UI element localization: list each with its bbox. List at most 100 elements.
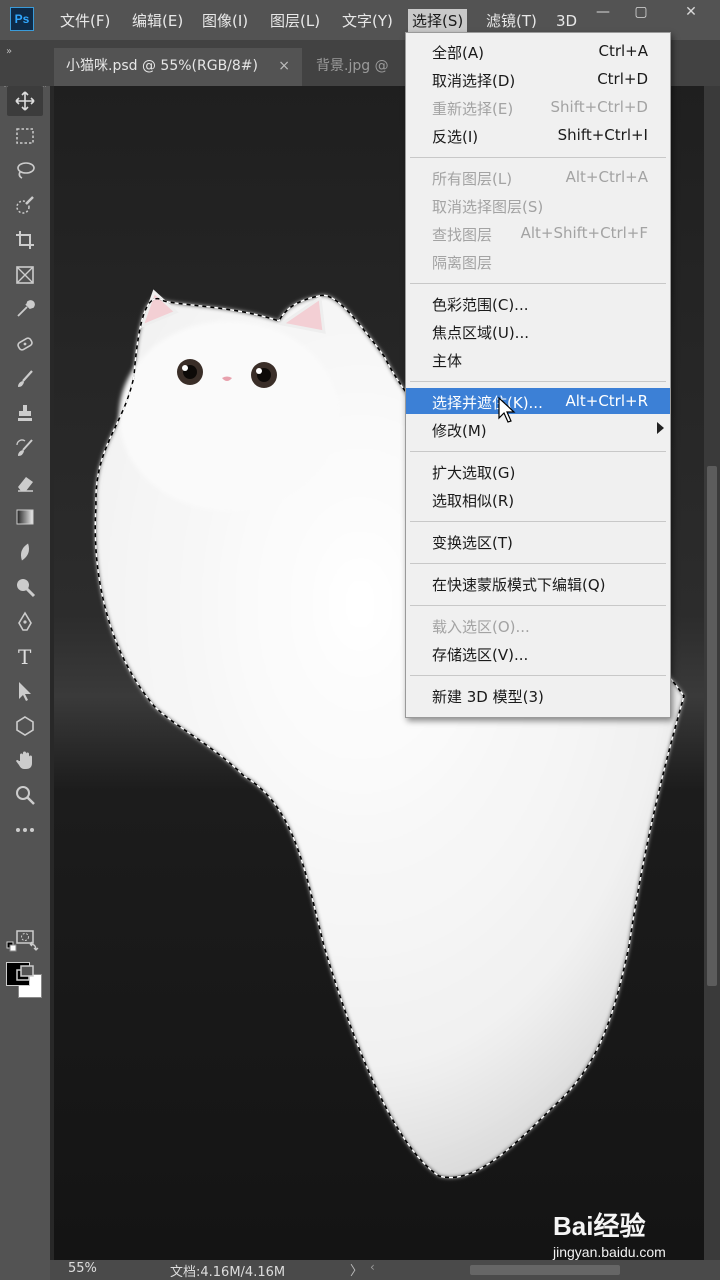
menu-separator <box>410 381 666 382</box>
lasso-icon[interactable] <box>7 155 43 185</box>
menu-item-label: 选择并遮住(K)... <box>432 394 543 412</box>
close-tab-icon[interactable]: × <box>278 48 290 84</box>
menu-item-label: 扩大选取(G) <box>432 464 516 482</box>
menu-item-shortcut: Ctrl+D <box>597 70 648 88</box>
path-selection-icon[interactable] <box>7 676 43 706</box>
menu-item[interactable]: 修改(M) <box>406 416 670 442</box>
menu-item[interactable]: 焦点区域(U)... <box>406 318 670 344</box>
quick-mask-icon[interactable] <box>7 922 43 952</box>
menu-item: 查找图层 Alt+Shift+Ctrl+F <box>406 220 670 246</box>
status-bar: 55% 文档:4.16M/4.16M 〉 ‹ <box>50 1260 720 1280</box>
shape-icon[interactable] <box>7 711 43 741</box>
select-dropdown-menu: 全部(A) Ctrl+A 取消选择(D) Ctrl+D 重新选择(E) Shift+Ctr… <box>405 32 671 718</box>
menu-item-shortcut: Alt+Shift+Ctrl+F <box>520 224 648 242</box>
menu-separator <box>410 157 666 158</box>
baidu-jingyan-watermark: Bai经验 <box>553 1208 693 1248</box>
mouse-pointer-icon <box>497 396 517 428</box>
menu-item-label: 载入选区(O)... <box>432 618 530 636</box>
menu-item-label: 选取相似(R) <box>432 492 515 510</box>
history-brush-icon[interactable] <box>7 433 43 463</box>
menu-item-shortcut: Alt+Ctrl+A <box>565 168 648 186</box>
clone-stamp-icon[interactable] <box>7 398 43 428</box>
svg-text:T: T <box>18 645 32 667</box>
blur-icon[interactable] <box>7 537 43 567</box>
frame-icon[interactable] <box>7 260 43 290</box>
menu-4[interactable]: 文字(Y) <box>338 9 397 33</box>
menu-1[interactable]: 编辑(E) <box>128 9 187 33</box>
menu-item-label: 存储选区(V)... <box>432 646 529 664</box>
menu-item-label: 主体 <box>432 352 463 370</box>
collapse-toolbar-icon[interactable]: » <box>6 46 12 57</box>
tab-background-jpg[interactable]: 背景.jpg @ <box>304 48 414 86</box>
watermark-url: jingyan.baidu.com <box>553 1244 666 1260</box>
menu-separator <box>410 283 666 284</box>
menu-item-label: 变换选区(T) <box>432 534 513 552</box>
menu-item-label: 全部(A) <box>432 44 484 62</box>
menu-2[interactable]: 图像(I) <box>198 9 252 33</box>
menu-item-label: 隔离图层 <box>432 254 493 272</box>
menu-item[interactable]: 在快速蒙版模式下编辑(Q) <box>406 570 670 596</box>
rectangular-marquee-icon[interactable] <box>7 121 43 151</box>
menu-item[interactable]: 选取相似(R) <box>406 486 670 512</box>
menu-5[interactable]: 选择(S) <box>408 9 468 33</box>
menu-item[interactable]: 反选(I) Shift+Ctrl+I <box>406 122 670 148</box>
menu-item[interactable]: 取消选择(D) Ctrl+D <box>406 66 670 92</box>
dodge-icon[interactable] <box>7 572 43 602</box>
document-size-info: 文档:4.16M/4.16M <box>170 1265 286 1280</box>
menu-item[interactable]: 扩大选取(G) <box>406 458 670 484</box>
menu-separator <box>410 521 666 522</box>
healing-brush-icon[interactable] <box>7 329 43 359</box>
tab-kitten-psd[interactable]: 小猫咪.psd @ 55%(RGB/8#) × <box>54 48 302 86</box>
menu-6[interactable]: 滤镜(T) <box>482 9 541 33</box>
eyedropper-icon[interactable] <box>7 294 43 324</box>
maximize-button[interactable]: ▢ <box>628 4 654 24</box>
menu-item: 载入选区(O)... <box>406 612 670 638</box>
menu-item-label: 所有图层(L) <box>432 170 513 188</box>
vertical-scrollbar[interactable] <box>704 86 720 1260</box>
submenu-arrow-icon <box>657 422 664 434</box>
type-icon[interactable]: T <box>7 641 43 671</box>
close-window-button[interactable]: ✕ <box>678 4 704 24</box>
scroll-left-icon[interactable]: ‹ <box>370 1260 375 1274</box>
brush-icon[interactable] <box>7 364 43 394</box>
more-tools-icon[interactable] <box>7 815 43 845</box>
menu-item[interactable]: 色彩范围(C)... <box>406 290 670 316</box>
menu-item-label: 焦点区域(U)... <box>432 324 529 342</box>
gradient-icon[interactable] <box>7 502 43 532</box>
tools-panel: T <box>0 86 50 1280</box>
crop-icon[interactable] <box>7 225 43 255</box>
menu-3[interactable]: 图层(L) <box>266 9 324 33</box>
menu-item: 重新选择(E) Shift+Ctrl+D <box>406 94 670 120</box>
menu-item-label: 色彩范围(C)... <box>432 296 529 314</box>
photoshop-logo: Ps <box>10 7 34 31</box>
menu-item-label: 修改(M) <box>432 422 487 440</box>
menu-separator <box>410 451 666 452</box>
pen-icon[interactable] <box>7 607 43 637</box>
move-icon[interactable] <box>7 86 43 116</box>
minimize-button[interactable]: — <box>590 4 616 24</box>
watermark-logo-text: Bai经验 <box>553 1211 645 1241</box>
menu-item-shortcut: Alt+Ctrl+R <box>565 392 648 410</box>
menu-item[interactable]: 选择并遮住(K)... Alt+Ctrl+R <box>406 388 670 414</box>
menu-item[interactable]: 新建 3D 模型(3) <box>406 682 670 708</box>
horizontal-scrollbar-thumb[interactable] <box>470 1265 620 1275</box>
menu-7[interactable]: 3D <box>552 9 581 33</box>
menu-0[interactable]: 文件(F) <box>56 9 114 33</box>
status-menu-arrow-icon[interactable]: 〉 <box>350 1260 363 1279</box>
zoom-icon[interactable] <box>7 780 43 810</box>
menu-item[interactable]: 全部(A) Ctrl+A <box>406 38 670 64</box>
menu-item-label: 取消选择(D) <box>432 72 516 90</box>
menu-item[interactable]: 存储选区(V)... <box>406 640 670 666</box>
eraser-icon[interactable] <box>7 468 43 498</box>
quick-selection-icon[interactable] <box>7 190 43 220</box>
menu-item-label: 反选(I) <box>432 128 479 146</box>
menu-item[interactable]: 变换选区(T) <box>406 528 670 554</box>
menu-item[interactable]: 主体 <box>406 346 670 372</box>
zoom-level[interactable]: 55% <box>68 1261 97 1276</box>
tab-label: 小猫咪.psd @ 55%(RGB/8#) <box>66 58 258 74</box>
menu-separator <box>410 563 666 564</box>
menu-item-shortcut: Shift+Ctrl+D <box>550 98 648 116</box>
hand-icon[interactable] <box>7 745 43 775</box>
screen-mode-icon[interactable] <box>7 958 43 988</box>
scrollbar-thumb[interactable] <box>707 466 717 986</box>
